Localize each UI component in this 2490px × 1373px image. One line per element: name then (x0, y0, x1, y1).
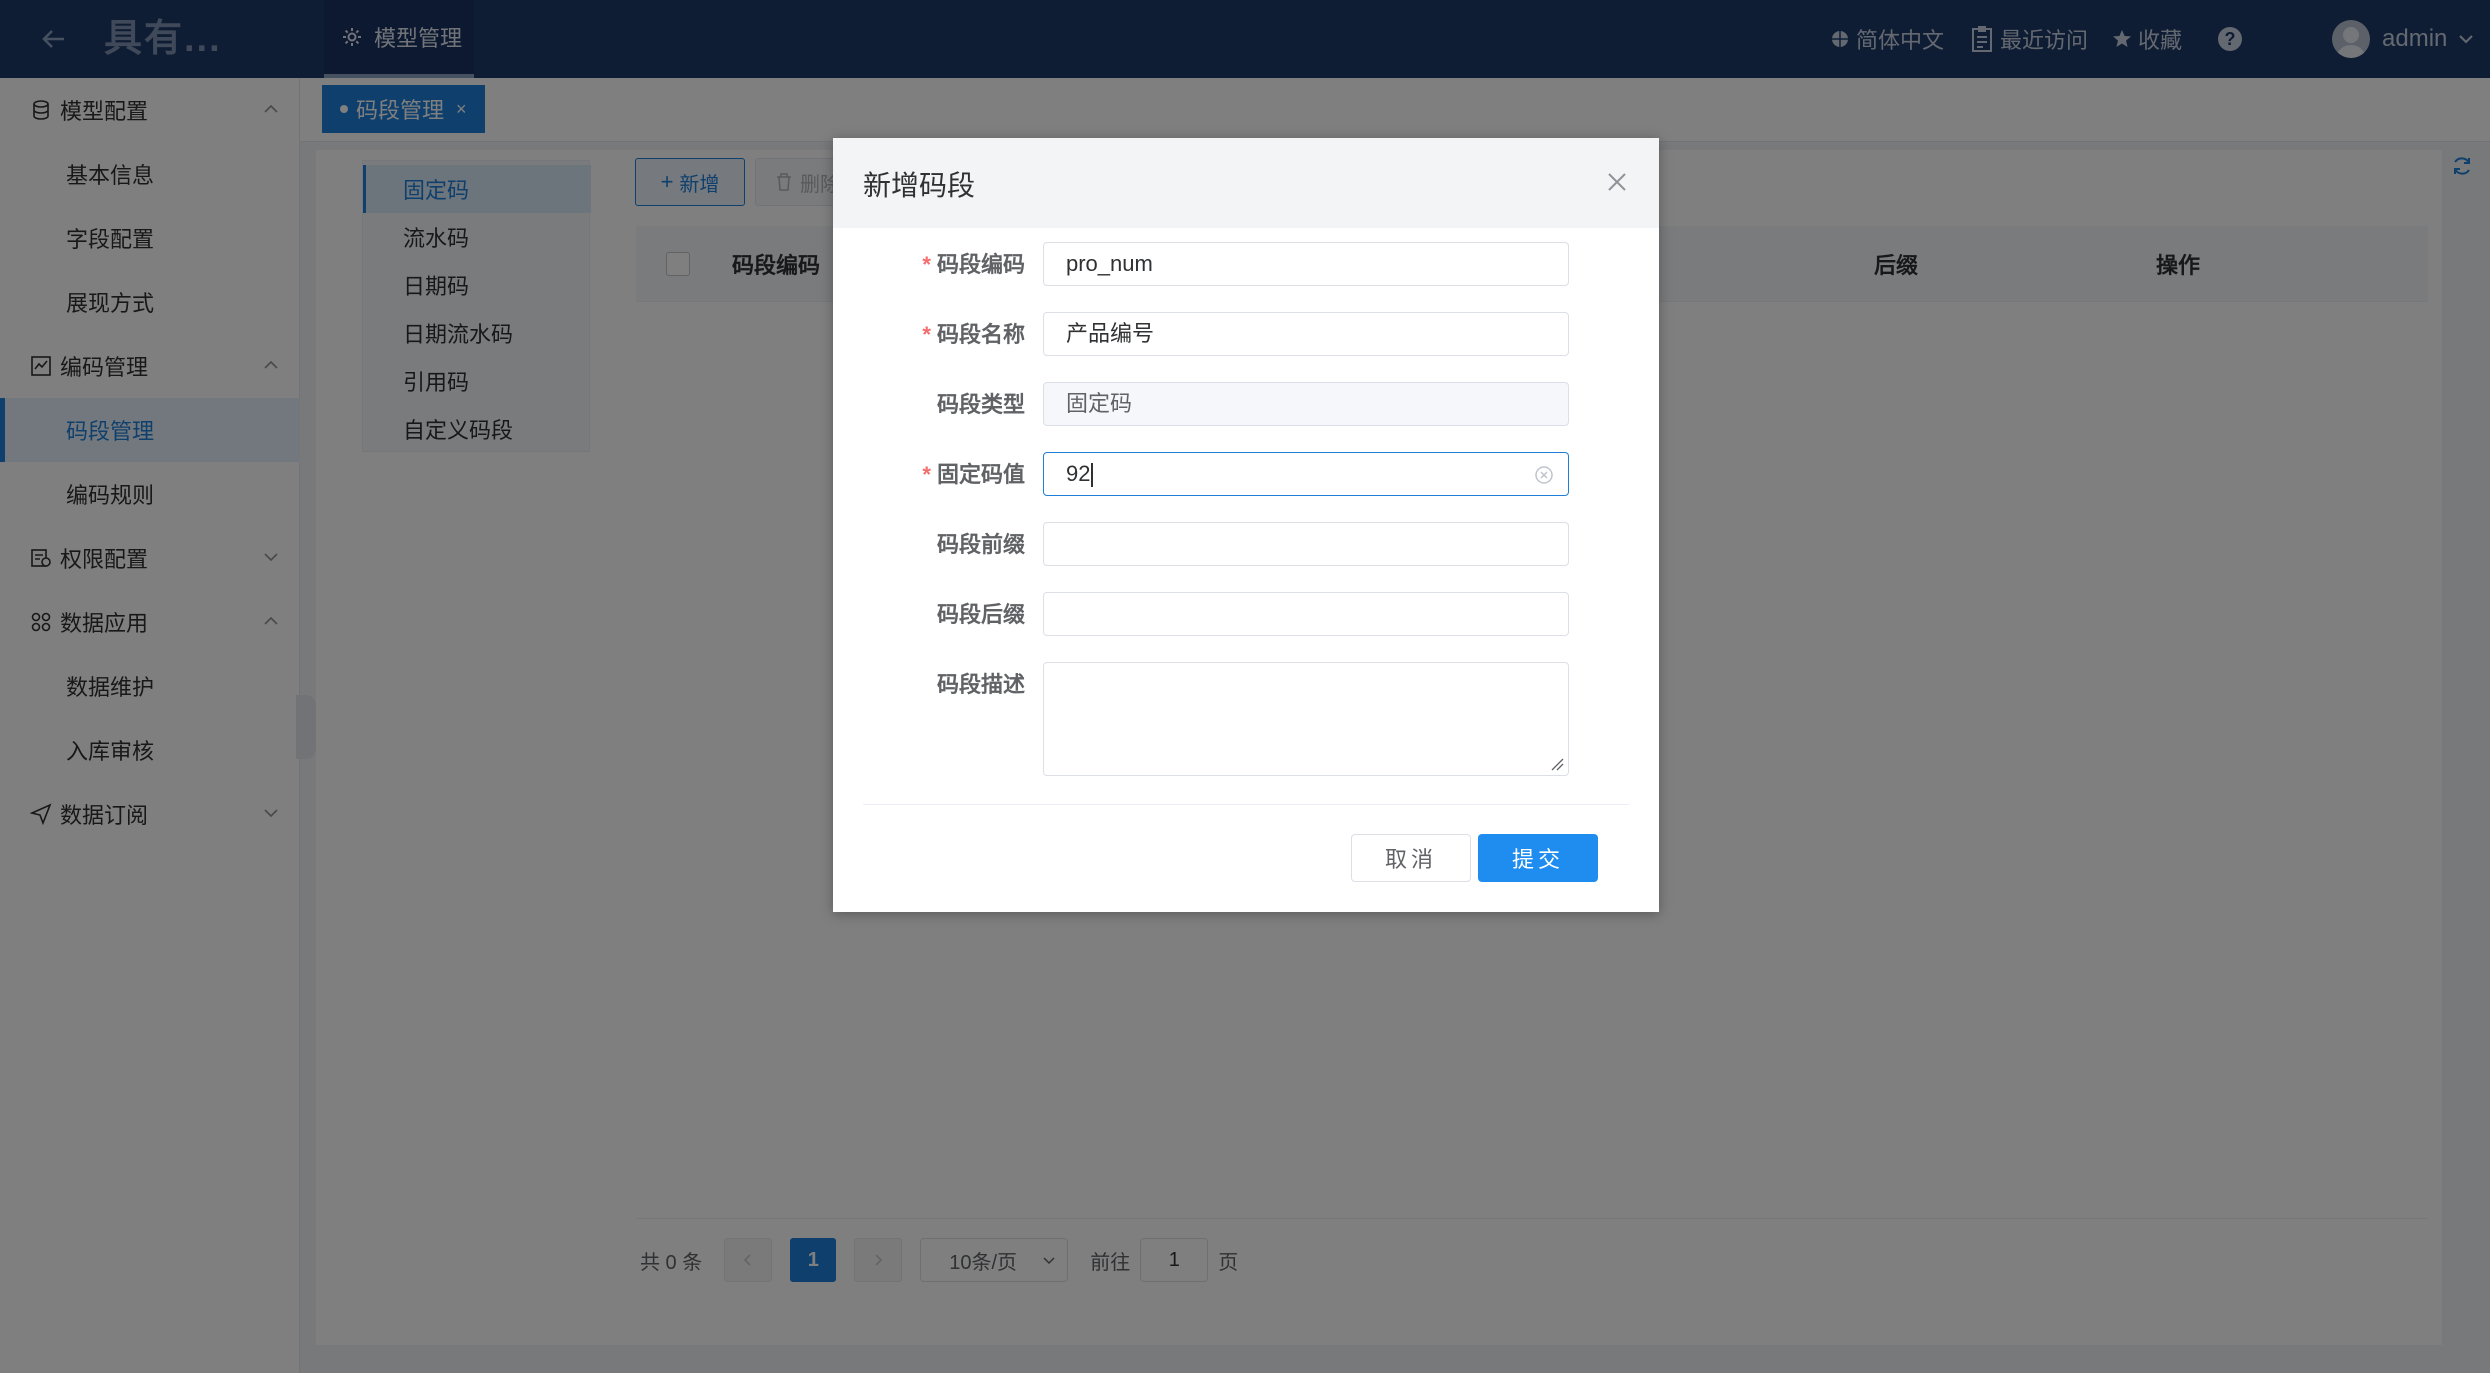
resize-grip-icon[interactable] (1550, 757, 1564, 771)
submit-button[interactable]: 提交 (1478, 834, 1598, 882)
description-textarea[interactable] (1043, 662, 1569, 776)
segment-code-input[interactable]: pro_num (1043, 242, 1569, 286)
required-mark: * (922, 462, 931, 487)
label-text: 码段编码 (936, 252, 1025, 277)
segment-name-input[interactable]: 产品编号 (1043, 312, 1569, 356)
form-label: 码段描述 (936, 672, 1025, 697)
dialog-divider (863, 804, 1629, 805)
fixed-value-input[interactable]: 92 (1043, 452, 1569, 496)
form-label: * 码段编码 (833, 242, 1025, 288)
prefix-input[interactable] (1043, 522, 1569, 566)
dialog-header: 新增码段 (833, 138, 1659, 228)
cancel-button[interactable]: 取消 (1351, 834, 1471, 882)
form-row-prefix: 码段前缀 (833, 522, 1659, 568)
form-row-fixed-value: * 固定码值 92 (833, 452, 1659, 498)
required-mark: * (922, 252, 931, 277)
label-text: 码段名称 (936, 322, 1025, 347)
suffix-input[interactable] (1043, 592, 1569, 636)
form-label: 码段前缀 (936, 532, 1025, 557)
form-row-segment-name: * 码段名称 产品编号 (833, 312, 1659, 358)
fixed-value-text: 92 (1066, 461, 1091, 486)
clear-icon[interactable] (1534, 465, 1554, 485)
label-text: 固定码值 (936, 462, 1025, 487)
form-label: 码段后缀 (936, 602, 1025, 627)
close-icon[interactable] (1601, 166, 1633, 198)
form-row-segment-type: 码段类型 固定码 (833, 382, 1659, 428)
form-row-segment-code: * 码段编码 pro_num (833, 242, 1659, 288)
form-label: * 码段名称 (833, 312, 1025, 358)
form-label: * 固定码值 (833, 452, 1025, 498)
form-row-suffix: 码段后缀 (833, 592, 1659, 638)
form-label: 码段类型 (936, 392, 1025, 417)
text-caret (1091, 463, 1094, 488)
required-mark: * (922, 322, 931, 347)
dialog-title: 新增码段 (863, 170, 976, 201)
add-segment-dialog: 新增码段 * 码段编码 pro_num * 码段名称 产品编号 码段类型 固定码 *… (833, 138, 1659, 912)
segment-type-input: 固定码 (1043, 382, 1569, 426)
